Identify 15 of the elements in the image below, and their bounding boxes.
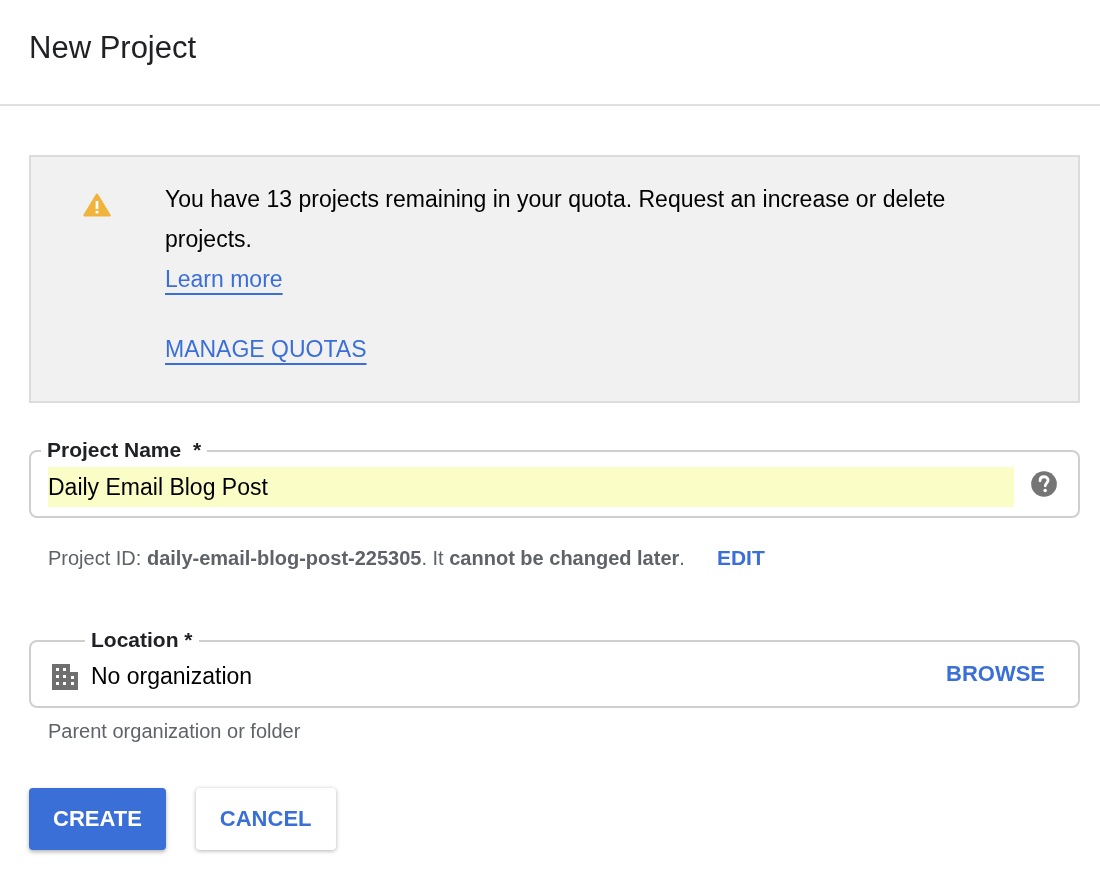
warning-icon xyxy=(83,193,111,217)
building-icon xyxy=(51,662,79,691)
project-id-text: Project ID: daily-email-blog-post-225305. It cannot be changed later. xyxy=(48,545,685,571)
browse-link[interactable]: BROWSE xyxy=(946,657,1045,690)
cancel-button[interactable]: CANCEL xyxy=(195,787,336,850)
dialog-title: New Project xyxy=(29,28,197,67)
help-icon[interactable] xyxy=(1030,470,1058,498)
create-button[interactable]: CREATE xyxy=(29,787,166,850)
learn-more-link[interactable]: Learn more xyxy=(165,259,283,299)
location-value: No organization xyxy=(91,662,253,692)
helper-text: Parent organization or folder xyxy=(47,718,302,744)
edit-link[interactable]: EDIT xyxy=(716,542,765,574)
manage-quotas-link[interactable]: MANAGE QUOTAS xyxy=(165,329,367,369)
project-name-input[interactable]: Daily Email Blog Post xyxy=(48,469,1014,505)
notice-message: You have 13 projects remaining in your quota. Request an increase or delete projects. xyxy=(165,185,947,254)
